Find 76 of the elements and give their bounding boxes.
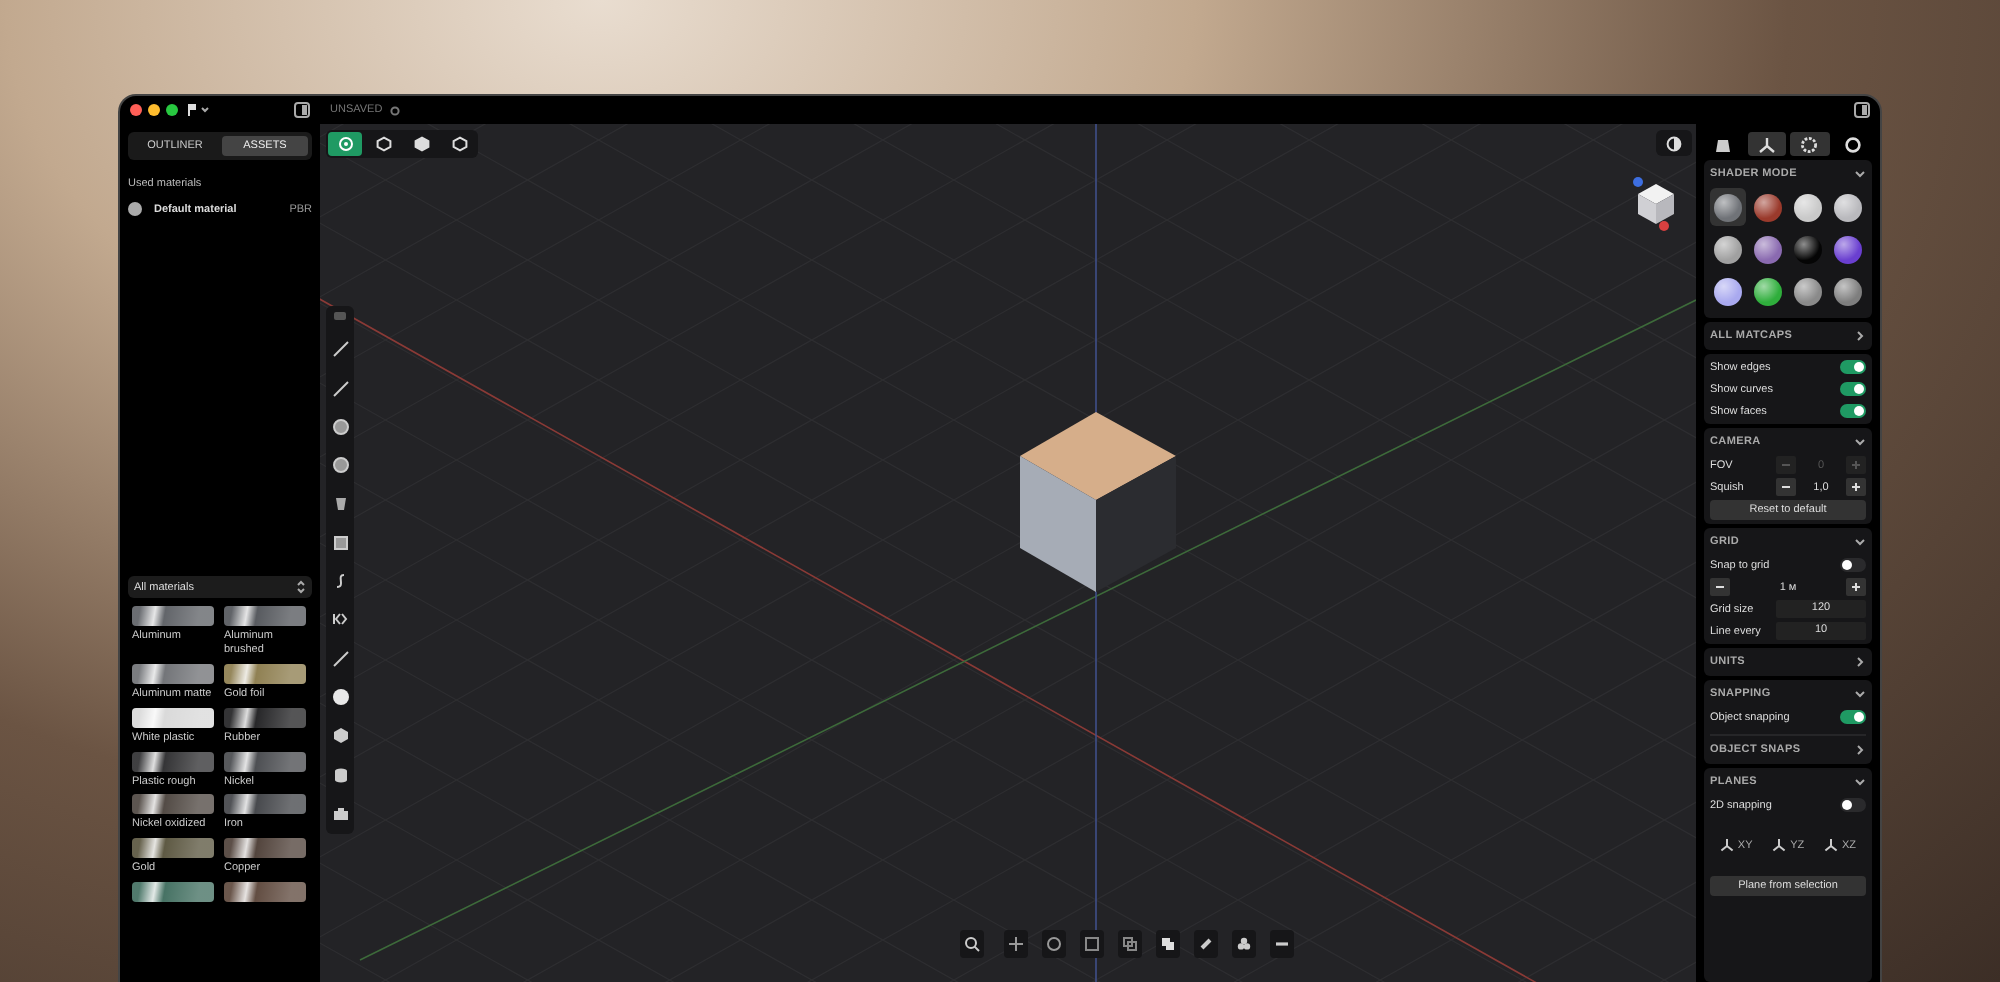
circles-icon[interactable] xyxy=(1232,930,1256,958)
axes-icon xyxy=(1757,135,1776,153)
minus-icon[interactable] xyxy=(1710,578,1730,596)
close-button[interactable] xyxy=(130,104,142,116)
toggle-switch[interactable] xyxy=(1840,558,1866,572)
box-icon[interactable] xyxy=(331,803,349,822)
axes-icon xyxy=(1824,838,1839,852)
material-thumbnail[interactable] xyxy=(224,751,306,771)
grip-icon[interactable] xyxy=(334,312,346,320)
plus-icon[interactable] xyxy=(1846,478,1866,496)
unsaved-dot-icon xyxy=(390,105,401,115)
hexagon-icon xyxy=(413,136,429,152)
line-icon[interactable] xyxy=(331,340,349,359)
material-thumbnail[interactable] xyxy=(224,794,306,815)
material-thumbnail[interactable] xyxy=(132,838,214,859)
material-thumbnail[interactable] xyxy=(224,606,306,626)
trapezoid-icon xyxy=(1714,135,1733,153)
material-thumbnail[interactable] xyxy=(224,707,306,728)
chevron-icon[interactable] xyxy=(1854,744,1866,756)
chevron-icon[interactable] xyxy=(1854,168,1866,180)
material-thumbnail[interactable] xyxy=(224,838,306,859)
sidebar-icon[interactable] xyxy=(294,102,310,118)
material-thumbnail[interactable] xyxy=(224,882,306,903)
updown-caret-icon xyxy=(296,580,306,594)
toggle-switch[interactable] xyxy=(1840,382,1866,396)
toggle-switch[interactable] xyxy=(1840,710,1866,724)
material-thumbnail[interactable] xyxy=(132,882,214,903)
chevron-icon[interactable] xyxy=(1854,656,1866,668)
brush-icon[interactable] xyxy=(331,649,349,668)
axes-tab[interactable] xyxy=(1747,132,1786,156)
chevron-icon[interactable] xyxy=(1854,436,1866,448)
move-icon[interactable] xyxy=(1004,930,1028,958)
hexagon-icon xyxy=(451,136,467,152)
copy-icon[interactable] xyxy=(1118,930,1142,958)
sidebar-icon[interactable] xyxy=(1854,102,1870,118)
sphere-icon[interactable] xyxy=(331,687,349,706)
lighting-toggle-button[interactable] xyxy=(1656,130,1692,156)
more-icon[interactable] xyxy=(1270,930,1294,958)
bucket-icon[interactable] xyxy=(331,494,349,513)
toggle-switch[interactable] xyxy=(1840,404,1866,418)
material-sphere-icon xyxy=(128,202,142,216)
hexagon-icon xyxy=(375,136,391,152)
chevron-icon[interactable] xyxy=(1854,688,1866,700)
cube-icon[interactable] xyxy=(331,726,349,745)
material-thumbnail[interactable] xyxy=(132,707,214,728)
pen-icon[interactable] xyxy=(331,379,349,398)
toggle-switch[interactable] xyxy=(1840,798,1866,812)
gear-icon xyxy=(1800,135,1819,153)
maximize-button[interactable] xyxy=(166,104,178,116)
minus-icon[interactable] xyxy=(1776,478,1796,496)
material-thumbnail[interactable] xyxy=(224,663,306,684)
axes-icon xyxy=(1719,838,1734,852)
search-icon[interactable] xyxy=(960,930,984,958)
material-thumbnail[interactable] xyxy=(132,751,214,771)
material-thumbnail[interactable] xyxy=(132,794,214,815)
navigation-cube-drawing[interactable] xyxy=(1632,176,1680,232)
square-icon[interactable] xyxy=(331,533,349,552)
ring-icon xyxy=(1843,135,1862,153)
settings-tab[interactable] xyxy=(1790,132,1829,156)
cylinder-icon[interactable] xyxy=(331,765,349,784)
material-thumbnail[interactable] xyxy=(132,663,214,684)
circle-icon[interactable] xyxy=(331,417,349,436)
logo-icon[interactable] xyxy=(186,102,210,118)
layers-icon[interactable] xyxy=(1156,930,1180,958)
axes-icon xyxy=(1772,838,1787,852)
half-circle-icon xyxy=(1666,135,1682,151)
chevron-icon[interactable] xyxy=(1854,536,1866,548)
minimize-button[interactable] xyxy=(148,104,160,116)
chevron-icon[interactable] xyxy=(1854,776,1866,788)
toggle-switch[interactable] xyxy=(1840,360,1866,374)
chevron-icon[interactable] xyxy=(1854,330,1866,342)
cube-drawing[interactable] xyxy=(1020,412,1176,592)
material-thumbnail[interactable] xyxy=(132,606,214,626)
curve-icon[interactable] xyxy=(331,572,349,591)
plus-icon[interactable] xyxy=(1846,578,1866,596)
target-icon xyxy=(337,136,353,152)
